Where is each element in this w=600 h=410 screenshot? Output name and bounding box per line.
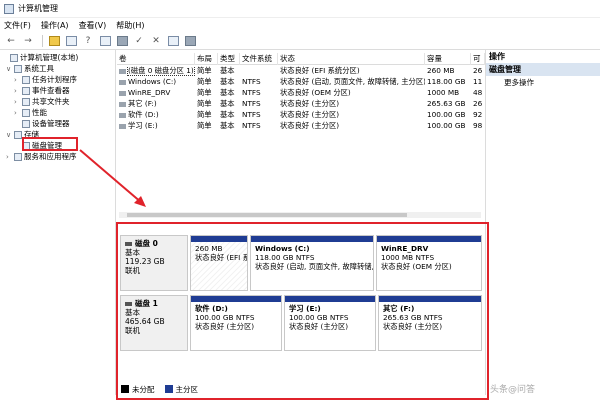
view-icon[interactable] — [115, 34, 129, 48]
volume-icon — [119, 68, 126, 74]
device-icon — [22, 120, 30, 128]
forward-arrow-icon[interactable]: → — [21, 34, 35, 48]
volume-icon — [119, 79, 126, 85]
highlight-box-disk-map — [116, 222, 489, 400]
table-row[interactable]: (磁盘 0 磁盘分区 1) 简单 基本 状态良好 (EFI 系统分区) 260 … — [117, 66, 485, 76]
scrollbar-thumb[interactable] — [127, 213, 407, 217]
tree-item-services-apps[interactable]: › 服务和应用程序 — [6, 151, 77, 162]
menu-help[interactable]: 帮助(H) — [116, 20, 144, 31]
list-icon[interactable] — [183, 34, 197, 48]
actions-title: 操作 — [486, 50, 600, 63]
folder-icon — [22, 98, 30, 106]
tree-item-computer-management[interactable]: 计算机管理(本地) — [2, 52, 78, 63]
tree-item-shared-folders[interactable]: › 共享文件夹 — [14, 96, 70, 107]
event-icon — [22, 87, 30, 95]
storage-icon — [14, 131, 22, 139]
tree-item-system-tools[interactable]: ∨ 系统工具 — [6, 63, 54, 74]
clock-icon — [22, 76, 30, 84]
console-tree-icon[interactable] — [64, 34, 78, 48]
performance-icon — [22, 109, 30, 117]
table-row[interactable]: WinRE_DRV 简单 基本 NTFS 状态良好 (OEM 分区) 1000 … — [117, 88, 485, 98]
actions-pane: 操作 磁盘管理 更多操作 — [485, 50, 600, 395]
computer-management-icon — [4, 3, 14, 14]
col-layout[interactable]: 布局 — [195, 53, 218, 65]
up-folder-icon[interactable] — [47, 34, 61, 48]
tree-item-task-scheduler[interactable]: › 任务计划程序 — [14, 74, 77, 85]
tree-item-event-viewer[interactable]: › 事件查看器 — [14, 85, 70, 96]
table-row[interactable]: 软件 (D:) 简单 基本 NTFS 状态良好 (主分区) 100.00 GB … — [117, 110, 485, 120]
col-filesystem[interactable]: 文件系统 — [240, 53, 278, 65]
menu-action[interactable]: 操作(A) — [41, 20, 69, 31]
console-tree: 计算机管理(本地) ∨ 系统工具 › 任务计划程序 › 事件查看器 › 共享文件夹 › 性… — [0, 50, 116, 395]
menu-file[interactable]: 文件(F) — [4, 20, 31, 31]
toolbar: ← → ? ✓ ✕ — [0, 32, 600, 50]
menu-bar: 文件(F) 操作(A) 查看(V) 帮助(H) — [0, 18, 600, 32]
volume-icon — [119, 90, 126, 96]
delete-icon[interactable]: ✕ — [149, 34, 163, 48]
watermark: 头条@问答 — [490, 385, 536, 395]
table-row[interactable]: 其它 (F:) 简单 基本 NTFS 状态良好 (主分区) 265.63 GB … — [117, 99, 485, 109]
col-volume[interactable]: 卷 — [117, 53, 195, 65]
actions-section-disk-management[interactable]: 磁盘管理 — [486, 63, 600, 76]
volume-list-header: 卷 布局 类型 文件系统 状态 容量 可 — [117, 53, 485, 65]
properties-icon[interactable] — [98, 34, 112, 48]
window-title: 计算机管理 — [18, 4, 58, 13]
volume-icon — [119, 112, 126, 118]
table-row[interactable]: Windows (C:) 简单 基本 NTFS 状态良好 (启动, 页面文件, … — [117, 77, 485, 87]
toolbar-separator — [42, 34, 43, 47]
refresh-icon[interactable] — [166, 34, 180, 48]
menu-view[interactable]: 查看(V) — [79, 20, 107, 31]
title-bar: 计算机管理 — [0, 0, 600, 18]
tree-item-performance[interactable]: › 性能 — [14, 107, 47, 118]
col-free[interactable]: 可 — [471, 53, 485, 65]
check-icon[interactable]: ✓ — [132, 34, 146, 48]
tools-icon — [14, 65, 22, 73]
volume-icon — [119, 101, 126, 107]
computer-icon — [10, 54, 18, 62]
services-icon — [14, 153, 22, 161]
table-row[interactable]: 学习 (E:) 简单 基本 NTFS 状态良好 (主分区) 100.00 GB … — [117, 121, 485, 131]
more-actions-link[interactable]: 更多操作 — [486, 76, 600, 89]
highlight-box-disk-management — [22, 137, 78, 151]
volume-icon — [119, 123, 126, 129]
col-status[interactable]: 状态 — [278, 53, 425, 65]
tree-item-device-manager[interactable]: 设备管理器 — [14, 118, 70, 129]
volume-list: 卷 布局 类型 文件系统 状态 容量 可 (磁盘 0 磁盘分区 1) 简单 基本… — [117, 50, 485, 218]
col-type[interactable]: 类型 — [218, 53, 240, 65]
help-icon[interactable]: ? — [81, 34, 95, 48]
horizontal-scrollbar[interactable] — [119, 212, 481, 218]
col-capacity[interactable]: 容量 — [425, 53, 471, 65]
back-arrow-icon[interactable]: ← — [4, 34, 18, 48]
